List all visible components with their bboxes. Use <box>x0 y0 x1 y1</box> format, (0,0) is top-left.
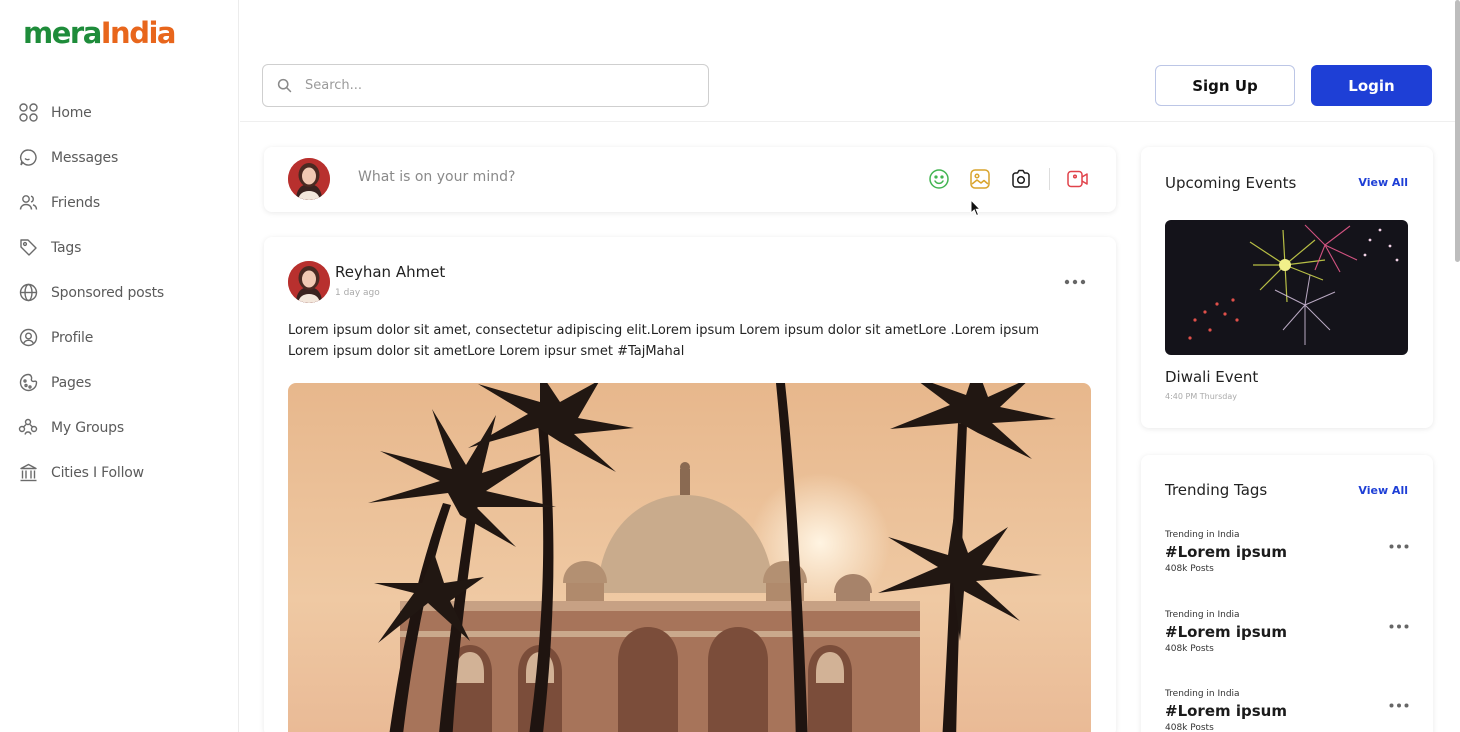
sidebar-item-cities-i-follow[interactable]: Cities I Follow <box>18 450 228 495</box>
logo[interactable]: meraIndia <box>23 14 177 52</box>
post-text: Lorem ipsum dolor sit amet, consectetur … <box>288 323 1040 359</box>
avatar[interactable] <box>288 158 330 200</box>
composer-prompt[interactable]: What is on your mind? <box>358 169 515 185</box>
more-options-icon[interactable] <box>1064 270 1086 289</box>
tag-icon <box>18 238 38 258</box>
tag-context: Trending in India <box>1165 530 1240 540</box>
logo-part-mera: mera <box>23 16 102 50</box>
avatar[interactable] <box>288 261 330 303</box>
sidebar-item-label: Messages <box>51 149 119 166</box>
tag-post-count: 408k Posts <box>1165 644 1214 654</box>
chat-bubble-icon <box>18 148 38 168</box>
sidebar-item-tags[interactable]: Tags <box>18 225 228 270</box>
sidebar-item-profile[interactable]: Profile <box>18 315 228 360</box>
post-card: Reyhan Ahmet 1 day ago Lorem ipsum dolor… <box>264 237 1116 732</box>
user-circle-icon <box>18 328 38 348</box>
sidebar-item-messages[interactable]: Messages <box>18 135 228 180</box>
sidebar-item-my-groups[interactable]: My Groups <box>18 405 228 450</box>
event-image[interactable] <box>1165 220 1408 355</box>
logo-part-india: India <box>100 16 177 50</box>
trending-tag-item[interactable]: Trending in India #Lorem ipsum 408k Post… <box>1165 610 1409 654</box>
search-input[interactable] <box>305 78 685 93</box>
search-icon <box>277 78 293 94</box>
tag-name[interactable]: #Lorem ipsum <box>1165 623 1409 641</box>
event-time: 4:40 PM Thursday <box>1165 392 1237 401</box>
mouse-cursor-icon <box>970 198 982 221</box>
sidebar-item-label: Cities I Follow <box>51 464 144 481</box>
page-scrollbar[interactable] <box>1455 0 1460 262</box>
camera-icon[interactable] <box>1009 167 1033 191</box>
tags-view-all-link[interactable]: View All <box>1358 484 1408 497</box>
tag-context: Trending in India <box>1165 689 1240 699</box>
building-icon <box>18 463 38 483</box>
sidebar-item-label: Tags <box>51 239 82 256</box>
upcoming-events-title: Upcoming Events <box>1165 174 1297 192</box>
more-options-icon[interactable] <box>1389 534 1409 553</box>
more-options-icon[interactable] <box>1389 693 1409 712</box>
pages-icon <box>18 373 38 393</box>
grid-icon <box>18 103 38 123</box>
trending-tag-item[interactable]: Trending in India #Lorem ipsum 408k Post… <box>1165 689 1409 732</box>
tag-post-count: 408k Posts <box>1165 564 1214 574</box>
users-icon <box>18 193 38 213</box>
smiley-icon[interactable] <box>927 167 951 191</box>
sidebar-item-label: Sponsored posts <box>51 284 164 301</box>
post-timestamp: 1 day ago <box>335 288 380 298</box>
tag-name[interactable]: #Lorem ipsum <box>1165 543 1409 561</box>
sidebar-item-label: My Groups <box>51 419 124 436</box>
video-icon[interactable] <box>1066 167 1090 191</box>
sidebar-item-label: Profile <box>51 329 94 346</box>
upcoming-events-panel: Upcoming Events View All Diwali Event 4:… <box>1141 147 1433 428</box>
groups-icon <box>18 418 38 438</box>
search-bar[interactable] <box>262 64 709 107</box>
image-icon[interactable] <box>968 167 992 191</box>
trending-tags-title: Trending Tags <box>1165 481 1268 499</box>
composer-divider <box>1049 168 1050 190</box>
sidebar-item-label: Home <box>51 104 92 121</box>
sidebar: meraIndia Home Messages Friends Tags Spo… <box>0 0 239 732</box>
login-button[interactable]: Login <box>1311 65 1432 106</box>
header-divider <box>240 121 1456 122</box>
trending-tag-item[interactable]: Trending in India #Lorem ipsum 408k Post… <box>1165 530 1409 574</box>
post-composer: What is on your mind? <box>264 147 1116 212</box>
more-options-icon[interactable] <box>1389 614 1409 633</box>
sidebar-item-label: Friends <box>51 194 100 211</box>
sign-up-button[interactable]: Sign Up <box>1155 65 1295 106</box>
post-author[interactable]: Reyhan Ahmet <box>335 263 445 281</box>
event-name[interactable]: Diwali Event <box>1165 368 1258 386</box>
post-image[interactable] <box>288 383 1091 732</box>
trending-tags-panel: Trending Tags View All Trending in India… <box>1141 455 1433 732</box>
sidebar-item-pages[interactable]: Pages <box>18 360 228 405</box>
globe-icon <box>18 283 38 303</box>
sidebar-item-friends[interactable]: Friends <box>18 180 228 225</box>
events-view-all-link[interactable]: View All <box>1358 176 1408 189</box>
sidebar-nav: Home Messages Friends Tags Sponsored pos… <box>18 90 228 495</box>
tag-post-count: 408k Posts <box>1165 723 1214 732</box>
tag-name[interactable]: #Lorem ipsum <box>1165 702 1409 720</box>
sidebar-item-label: Pages <box>51 374 92 391</box>
sidebar-item-sponsored-posts[interactable]: Sponsored posts <box>18 270 228 315</box>
sidebar-item-home[interactable]: Home <box>18 90 228 135</box>
tag-context: Trending in India <box>1165 610 1240 620</box>
